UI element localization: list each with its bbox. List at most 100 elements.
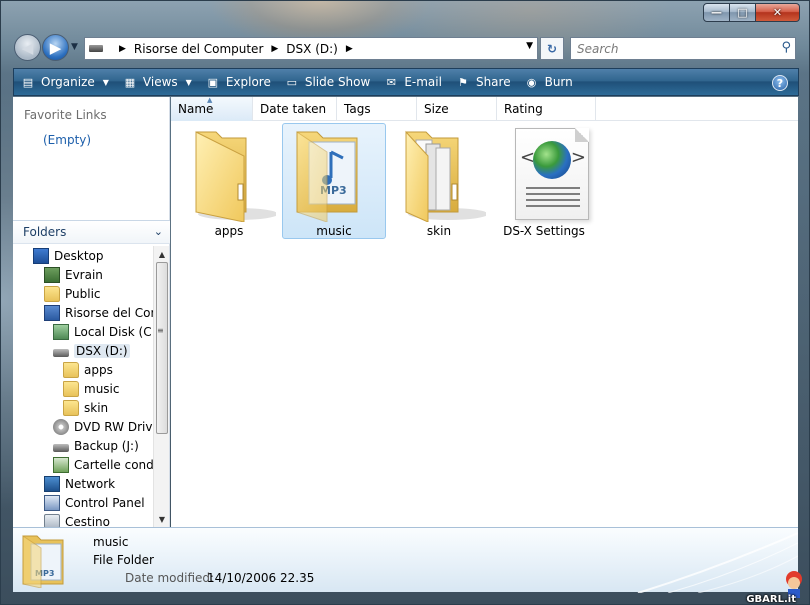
chevron-down-icon: ▼ <box>102 77 109 87</box>
tree-item-apps[interactable]: apps <box>63 360 113 379</box>
tree-item-dvd[interactable]: DVD RW Drive <box>53 417 153 436</box>
dvd-icon <box>53 418 69 435</box>
views-button[interactable]: ▦ Views ▼ <box>116 69 199 95</box>
scroll-up-icon[interactable]: ▲ <box>154 246 170 262</box>
tree-item-network[interactable]: Network <box>44 474 115 493</box>
forward-arrow-icon: ▶ <box>49 38 62 57</box>
refresh-button[interactable]: ↻ <box>540 37 564 60</box>
share-button[interactable]: ⚑ Share <box>449 69 518 95</box>
slideshow-icon: ▭ <box>286 75 298 89</box>
decorative-swoosh <box>637 532 798 593</box>
folder-icon <box>405 130 486 222</box>
folders-header: Folders <box>23 225 67 239</box>
tree-item-label: Risorse del Computer <box>65 305 153 320</box>
tree-item-label: Evrain <box>65 267 103 282</box>
tree-item-label: music <box>84 381 120 396</box>
tree-item-dsx-drive[interactable]: DSX (D:) <box>53 341 130 360</box>
folders-toggle[interactable]: Folders ⌄ <box>13 220 170 244</box>
explore-label: Explore <box>225 75 271 89</box>
shared-folders-icon <box>53 456 69 473</box>
file-item-label: apps <box>214 224 244 238</box>
tree-item-label: Network <box>65 476 116 491</box>
chevron-down-icon: ▼ <box>71 42 78 52</box>
close-icon: ✕ <box>772 6 783 19</box>
email-button[interactable]: ✉ E-mail <box>377 69 449 95</box>
search-input[interactable]: Search ⚲ <box>570 37 796 60</box>
tree-item-recycle-bin[interactable]: Cestino <box>44 512 110 527</box>
details-modified-value: 14/10/2006 22.35 <box>207 571 315 585</box>
details-name: music <box>93 535 129 549</box>
tree-item-skin[interactable]: skin <box>63 398 108 417</box>
help-button[interactable]: ? <box>772 75 788 91</box>
explore-button[interactable]: ▣ Explore <box>199 69 278 95</box>
slideshow-button[interactable]: ▭ Slide Show <box>278 69 377 95</box>
tree-item-local-disk[interactable]: Local Disk (C:) <box>53 322 153 341</box>
column-name[interactable]: ▲ Name <box>171 96 253 121</box>
tree-item-public[interactable]: Public <box>44 284 101 303</box>
back-button[interactable]: ◀ <box>14 34 41 61</box>
file-item-label: skin <box>426 224 452 238</box>
breadcrumb-separator-icon[interactable]: ▶ <box>346 44 353 54</box>
column-size[interactable]: Size <box>417 97 497 121</box>
minimize-button[interactable]: — <box>703 3 730 22</box>
forward-button[interactable]: ▶ <box>42 34 69 61</box>
column-tags[interactable]: Tags <box>337 97 417 121</box>
minimize-icon: — <box>711 6 722 19</box>
close-button[interactable]: ✕ <box>756 3 800 22</box>
tree-item-label: Public <box>65 286 101 301</box>
tree-scrollbar[interactable]: ▲ ≡ ▼ <box>153 246 169 527</box>
tree-item-control-panel[interactable]: Control Panel <box>44 493 145 512</box>
window-controls: — □ ✕ <box>703 3 800 22</box>
breadcrumb-separator-icon: ▶ <box>119 43 126 54</box>
tree-item-label: DSX (D:) <box>74 343 130 358</box>
desktop-icon <box>33 247 49 264</box>
scroll-down-icon[interactable]: ▼ <box>154 511 170 527</box>
maximize-button[interactable]: □ <box>730 3 756 22</box>
search-icon[interactable]: ⚲ <box>781 40 791 55</box>
breadcrumb-separator-icon[interactable]: ▶ <box>271 44 278 54</box>
back-arrow-icon: ◀ <box>21 38 34 57</box>
column-label: Size <box>424 102 449 116</box>
column-rating[interactable]: Rating <box>497 97 596 121</box>
tree-item-label: Cartelle condivise <box>74 457 153 472</box>
file-item-music[interactable]: MP3 music <box>282 123 386 239</box>
organize-label: Organize <box>41 75 95 89</box>
breadcrumb-computer[interactable]: Risorse del Computer <box>134 42 263 56</box>
address-bar[interactable]: ▶ Risorse del Computer ▶ DSX (D:) ▶ ▼ <box>84 37 538 60</box>
help-icon: ? <box>776 76 784 90</box>
favorite-links-header: Favorite Links <box>24 108 107 122</box>
tree-item-label: Local Disk (C:) <box>74 324 153 339</box>
local-disk-icon <box>53 323 69 340</box>
tree-item-shared-folders[interactable]: Cartelle condivise <box>53 455 153 474</box>
organize-icon: ▤ <box>22 75 34 89</box>
burn-button[interactable]: ◉ Burn <box>518 69 580 95</box>
tree-item-evrain[interactable]: Evrain <box>44 265 103 284</box>
control-panel-icon <box>44 494 60 511</box>
network-icon <box>44 475 60 492</box>
address-dropdown-icon[interactable]: ▼ <box>526 41 533 51</box>
recent-pages-button[interactable]: ▼ <box>71 42 78 52</box>
tree-item-desktop[interactable]: Desktop <box>33 246 104 265</box>
file-item-label: music <box>316 224 352 238</box>
tree-item-music[interactable]: music <box>63 379 119 398</box>
share-label: Share <box>475 75 511 89</box>
tree-item-label: Cestino <box>65 514 110 528</box>
drive-icon <box>53 348 69 357</box>
organize-button[interactable]: ▤ Organize ▼ <box>14 69 116 95</box>
column-label: Date taken <box>260 102 327 116</box>
folder-icon <box>63 399 79 416</box>
column-label: Name <box>178 102 214 116</box>
scroll-thumb[interactable] <box>156 262 168 434</box>
globe-icon <box>533 141 571 179</box>
tree-item-computer[interactable]: Risorse del Computer <box>44 303 153 322</box>
column-date-taken[interactable]: Date taken <box>253 97 337 121</box>
breadcrumb-drive[interactable]: DSX (D:) <box>286 42 338 56</box>
file-item-skin[interactable]: skin <box>387 123 491 239</box>
details-modified-label: Date modified: <box>125 571 215 585</box>
tree-item-backup[interactable]: Backup (J:) <box>53 436 139 455</box>
maximize-icon: □ <box>737 6 748 19</box>
file-item-ds-x-settings[interactable]: < > DS-X Settings <box>492 123 596 239</box>
email-icon: ✉ <box>386 75 396 89</box>
share-icon: ⚑ <box>458 75 468 89</box>
file-item-apps[interactable]: apps <box>177 123 281 239</box>
